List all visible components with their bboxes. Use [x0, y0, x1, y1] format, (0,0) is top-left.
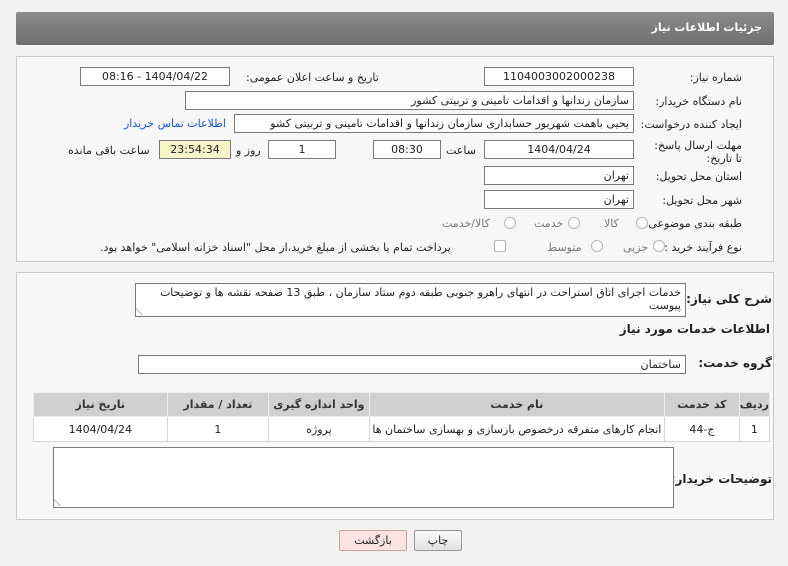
category-option-goods-service: کالا/خدمت [442, 217, 490, 230]
table-row[interactable]: 1 ج-44 انجام کارهای متفرقه درخصوص بازساز… [33, 416, 771, 442]
days-label: روز و [236, 144, 261, 157]
col-date-header: تاریخ نیاز [33, 392, 168, 417]
services-table: ردیف کد خدمت نام خدمت واحد اندازه گیری ت… [33, 392, 771, 442]
cell-name: انجام کارهای متفرقه درخصوص بازسازی و بهس… [368, 416, 666, 442]
province-field[interactable]: تهران [484, 166, 634, 185]
page-title: جزئیات اطلاعات نیاز [651, 21, 763, 34]
province-label: استان محل تحویل: [655, 170, 742, 183]
header-panel: جزئیات اطلاعات نیاز [16, 12, 774, 45]
city-field[interactable]: تهران [484, 190, 634, 209]
category-radio-service[interactable] [568, 217, 580, 229]
resize-grip-icon[interactable] [54, 498, 68, 506]
need-number-label: شماره نیاز: [689, 71, 742, 84]
summary-label: شرح کلی نیاز: [686, 292, 772, 306]
cell-row: 1 [738, 416, 771, 442]
process-option-medium: متوسط [547, 241, 582, 254]
category-option-service: خدمت [534, 217, 564, 230]
col-qty-header: تعداد / مقدار [166, 392, 270, 417]
need-number-field[interactable]: 1104003002000238 [484, 67, 634, 86]
table-header-row: ردیف کد خدمت نام خدمت واحد اندازه گیری ت… [33, 392, 771, 417]
summary-textarea[interactable]: خدمات اجرای اتاق استراحت در انتهای راهرو… [135, 283, 686, 317]
col-unit-header: واحد اندازه گیری [268, 392, 370, 417]
city-label: شهر محل تحویل: [662, 194, 742, 207]
buyer-notes-label: توضیحات خریدار: [670, 472, 772, 486]
remaining-time-field: 23:54:34 [159, 140, 231, 159]
remaining-label: ساعت باقی مانده [68, 144, 150, 157]
col-row-header: ردیف [738, 392, 771, 417]
creator-field[interactable]: یحیی باهمت شهریور حسابداری سازمان زندانه… [234, 114, 634, 133]
deadline-time-field[interactable]: 08:30 [373, 140, 441, 159]
cell-unit: پروژه [268, 416, 370, 442]
treasury-checkbox[interactable] [494, 240, 506, 252]
category-option-goods: کالا [604, 217, 619, 230]
cell-qty: 1 [166, 416, 270, 442]
category-radio-goods-service[interactable] [504, 217, 516, 229]
announce-label: تاریخ و ساعت اعلان عمومی: [246, 71, 379, 84]
days-field[interactable]: 1 [268, 140, 336, 159]
payment-note: پرداخت تمام یا بخشی از مبلغ خرید،از محل … [100, 241, 451, 254]
service-group-label: گروه خدمت: [698, 356, 772, 370]
process-radio-medium[interactable] [591, 240, 603, 252]
buyer-contact-link[interactable]: اطلاعات تماس خریدار [124, 117, 226, 130]
process-radio-minor[interactable] [653, 240, 665, 252]
process-label: نوع فرآیند خرید : [664, 241, 742, 254]
service-group-field[interactable]: ساختمان [138, 355, 686, 374]
deadline-label: مهلت ارسال پاسخ: تا تاریخ: [654, 139, 742, 165]
cell-code: ج-44 [664, 416, 740, 442]
category-label: طبقه بندی موضوعی: [644, 217, 742, 230]
buyer-org-field[interactable]: سازمان زندانها و اقدامات تامینی و تربیتی… [185, 91, 634, 110]
summary-text: خدمات اجرای اتاق استراحت در انتهای راهرو… [159, 286, 681, 312]
col-code-header: کد خدمت [664, 392, 740, 417]
col-name-header: نام خدمت [368, 392, 666, 417]
back-button[interactable]: بازگشت [339, 530, 407, 551]
cell-date: 1404/04/24 [33, 416, 168, 442]
resize-grip-icon[interactable] [136, 307, 150, 315]
buyer-org-label: نام دستگاه خریدار: [655, 95, 742, 108]
process-option-minor: جزیی [623, 241, 649, 254]
print-button[interactable]: چاپ [414, 530, 462, 551]
announce-field[interactable]: 1404/04/22 - 08:16 [80, 67, 230, 86]
category-radio-goods[interactable] [636, 217, 648, 229]
creator-label: ایجاد کننده درخواست: [640, 118, 742, 131]
deadline-time-label: ساعت [446, 144, 476, 157]
deadline-date-field[interactable]: 1404/04/24 [484, 140, 634, 159]
services-heading: اطلاعات خدمات مورد نیاز [619, 322, 770, 336]
buyer-notes-textarea[interactable] [53, 447, 674, 508]
